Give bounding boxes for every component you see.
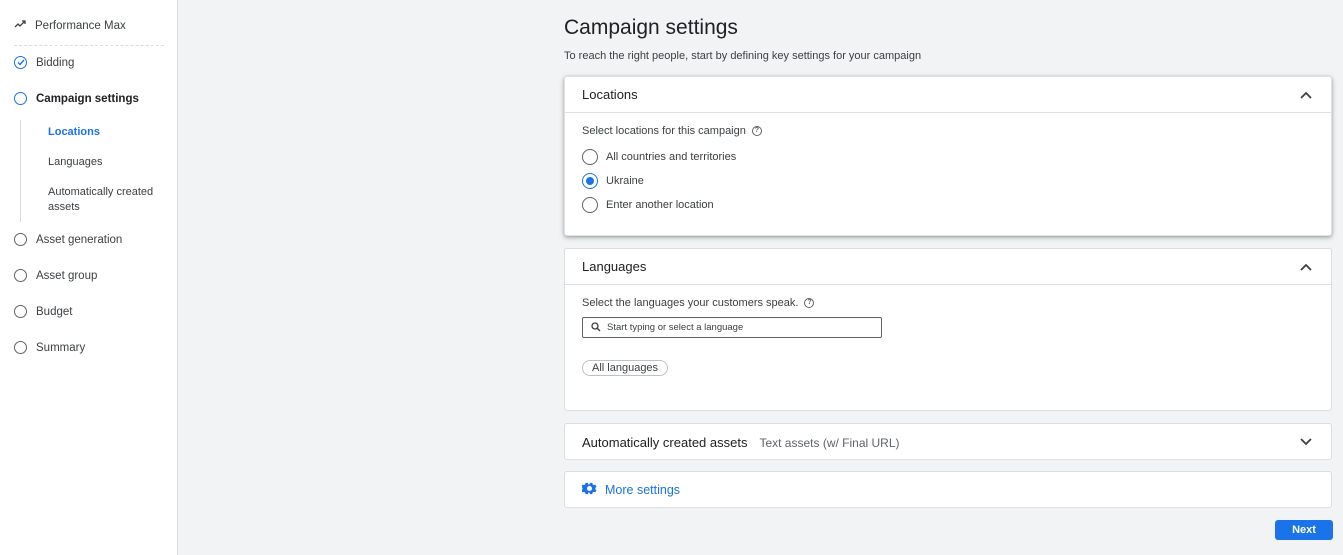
languages-card-header[interactable]: Languages bbox=[565, 249, 1331, 285]
sidebar-item-label: Campaign settings bbox=[36, 92, 139, 105]
page-title: Campaign settings bbox=[564, 16, 738, 39]
radio-label: Enter another location bbox=[606, 199, 714, 211]
auto-assets-card: Automatically created assets Text assets … bbox=[564, 423, 1332, 460]
sidebar-item-summary[interactable]: Summary bbox=[14, 341, 85, 354]
languages-prompt: Select the languages your customers spea… bbox=[582, 297, 1314, 309]
location-option-other[interactable]: Enter another location bbox=[582, 193, 1314, 217]
language-chip-all[interactable]: All languages bbox=[582, 360, 669, 376]
radio-label: Ukraine bbox=[606, 175, 644, 187]
step-circle-icon bbox=[14, 233, 27, 246]
chevron-down-icon[interactable] bbox=[1298, 434, 1314, 450]
auto-assets-card-header[interactable]: Automatically created assets Text assets … bbox=[565, 424, 1331, 460]
more-settings-link[interactable]: More settings bbox=[565, 472, 1331, 508]
locations-prompt-text: Select locations for this campaign bbox=[582, 125, 746, 137]
radio-button[interactable] bbox=[582, 197, 598, 213]
step-circle-icon bbox=[14, 305, 27, 318]
sidebar-subitem-languages[interactable]: Languages bbox=[48, 155, 102, 170]
sidebar: Performance Max Bidding Campaign setting… bbox=[0, 0, 178, 555]
sidebar-subitem-locations[interactable]: Locations bbox=[48, 125, 100, 140]
sidebar-item-label: Summary bbox=[36, 341, 86, 354]
radio-label: All countries and territories bbox=[606, 151, 737, 163]
locations-card: Locations Select locations for this camp… bbox=[564, 76, 1332, 236]
help-icon[interactable]: ? bbox=[751, 126, 762, 136]
more-settings-card: More settings bbox=[564, 471, 1332, 508]
languages-card: Languages Select the languages your cust… bbox=[564, 248, 1332, 411]
location-option-ukraine[interactable]: Ukraine bbox=[582, 169, 1314, 193]
check-circle-icon bbox=[14, 56, 27, 69]
sidebar-item-budget[interactable]: Budget bbox=[14, 305, 72, 318]
sidebar-campaign-type[interactable]: Performance Max bbox=[14, 16, 164, 46]
help-icon[interactable]: ? bbox=[804, 298, 815, 308]
trend-line-icon bbox=[14, 19, 27, 32]
sidebar-item-label: Bidding bbox=[36, 56, 75, 69]
sidebar-item-label: Asset group bbox=[36, 269, 98, 282]
locations-card-header[interactable]: Locations bbox=[565, 77, 1331, 113]
sidebar-item-asset-group[interactable]: Asset group bbox=[14, 269, 97, 282]
language-search-input[interactable] bbox=[607, 322, 867, 333]
locations-card-title: Locations bbox=[582, 87, 638, 102]
location-option-all[interactable]: All countries and territories bbox=[582, 145, 1314, 169]
radio-button[interactable] bbox=[582, 149, 598, 165]
sidebar-item-bidding[interactable]: Bidding bbox=[14, 56, 74, 69]
languages-card-title: Languages bbox=[582, 259, 647, 274]
page-subtitle: To reach the right people, start by defi… bbox=[564, 50, 922, 62]
search-icon bbox=[591, 319, 601, 337]
auto-assets-title: Automatically created assets bbox=[582, 434, 748, 450]
sidebar-campaign-type-label: Performance Max bbox=[35, 19, 126, 32]
chevron-up-icon[interactable] bbox=[1298, 259, 1314, 275]
sidebar-item-label: Asset generation bbox=[36, 233, 123, 246]
radio-button-selected[interactable] bbox=[582, 173, 598, 189]
step-circle-icon bbox=[14, 269, 27, 282]
languages-prompt-text: Select the languages your customers spea… bbox=[582, 297, 799, 309]
sidebar-item-asset-generation[interactable]: Asset generation bbox=[14, 233, 122, 246]
language-search[interactable] bbox=[582, 317, 882, 338]
sub-nav-rail bbox=[20, 120, 21, 222]
next-button[interactable]: Next bbox=[1275, 520, 1333, 540]
chevron-up-icon[interactable] bbox=[1298, 87, 1314, 103]
sidebar-item-campaign-settings[interactable]: Campaign settings bbox=[14, 92, 139, 105]
more-settings-label: More settings bbox=[605, 483, 681, 497]
gear-icon bbox=[581, 481, 597, 499]
auto-assets-summary: Text assets (w/ Final URL) bbox=[759, 435, 900, 450]
sidebar-item-label: Budget bbox=[36, 305, 73, 318]
sidebar-subitem-auto-assets[interactable]: Automatically created assets bbox=[48, 185, 163, 215]
auto-assets-heading: Automatically created assets Text assets … bbox=[582, 435, 900, 450]
step-circle-icon bbox=[14, 341, 27, 354]
step-circle-icon bbox=[14, 92, 27, 105]
locations-prompt: Select locations for this campaign ? bbox=[582, 125, 1314, 137]
